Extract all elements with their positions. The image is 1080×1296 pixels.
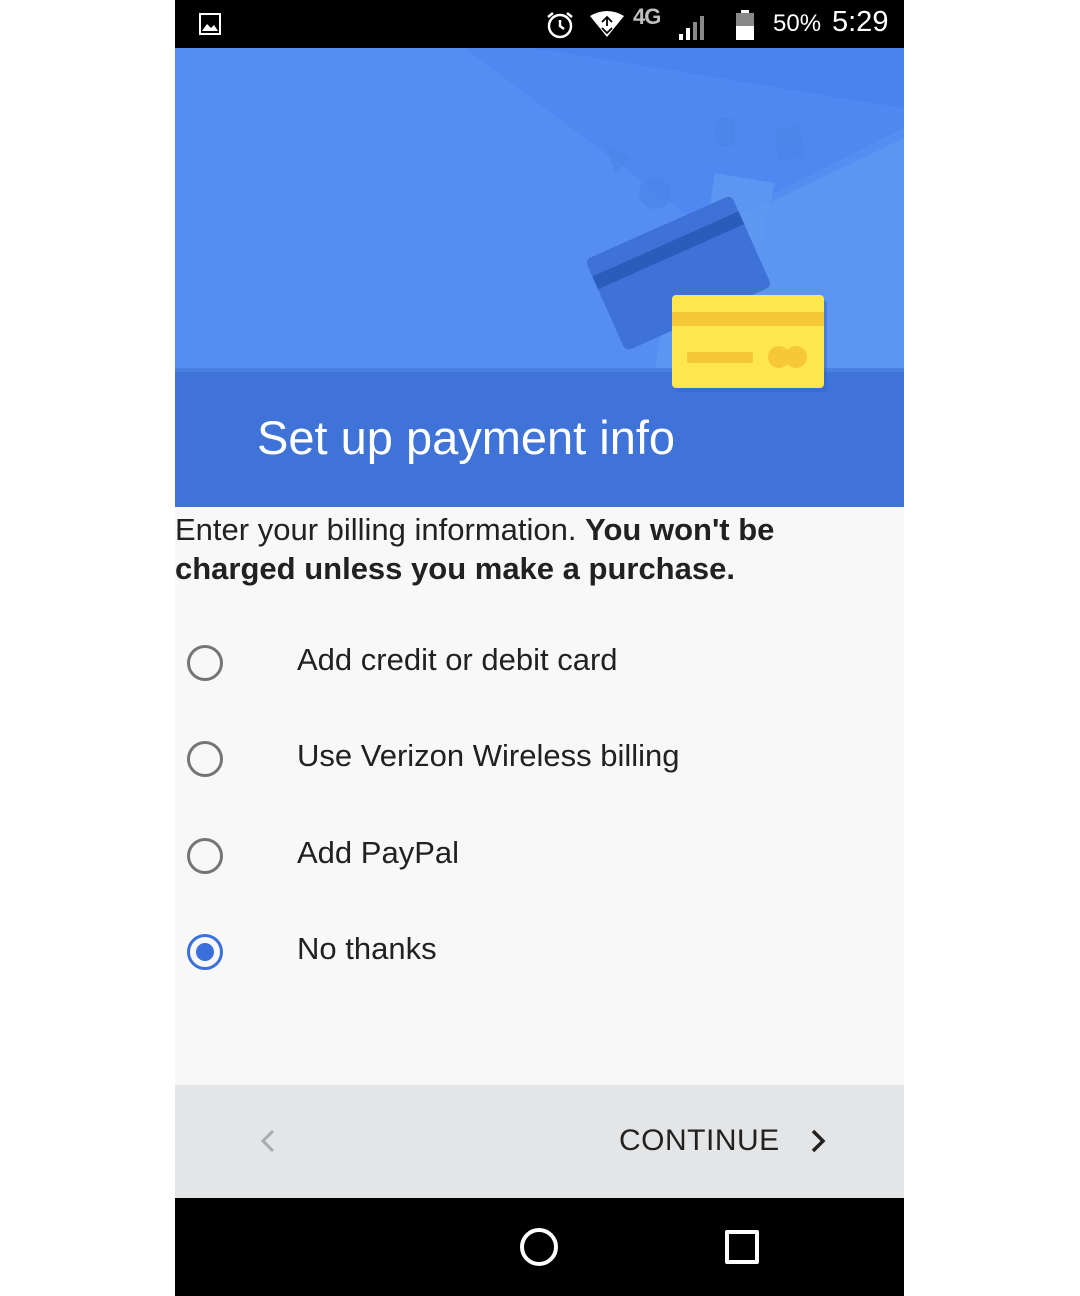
battery-icon [736, 10, 754, 40]
wifi-icon [590, 11, 624, 37]
home-button-icon[interactable] [520, 1228, 558, 1266]
option-verizon-billing[interactable]: Use Verizon Wireless billing [175, 738, 904, 837]
page-title: Set up payment info [257, 411, 676, 464]
header-banner: Set up payment info [175, 48, 904, 507]
radio-button[interactable] [187, 838, 223, 874]
option-label: Use Verizon Wireless billing [297, 738, 680, 773]
recents-button-icon[interactable] [725, 1230, 759, 1264]
phone-screen: 4G 50% 5:29 Set up payment info Enter yo… [175, 0, 904, 1296]
billing-intro-text: Enter your billing information. You won'… [175, 510, 895, 588]
continue-button[interactable]: CONTINUE [619, 1121, 830, 1161]
option-paypal[interactable]: Add PayPal [175, 835, 904, 934]
radio-button[interactable] [187, 645, 223, 681]
wizard-action-bar: CONTINUE [175, 1085, 904, 1198]
back-chevron-icon[interactable] [253, 1121, 283, 1161]
continue-label: CONTINUE [619, 1124, 780, 1157]
alarm-icon [547, 12, 573, 39]
radio-button-selected[interactable] [187, 934, 223, 970]
option-label: Add credit or debit card [297, 642, 618, 677]
option-credit-card[interactable]: Add credit or debit card [175, 642, 904, 741]
radio-button[interactable] [187, 741, 223, 777]
clock: 5:29 [832, 6, 889, 38]
chevron-right-icon [811, 1129, 826, 1153]
intro-regular-text: Enter your billing information. [175, 512, 586, 547]
option-label: No thanks [297, 931, 437, 966]
system-nav-bar [175, 1198, 904, 1296]
option-no-thanks[interactable]: No thanks [175, 931, 904, 1030]
network-type-label: 4G [633, 4, 661, 29]
option-label: Add PayPal [297, 835, 459, 870]
cell-signal-icon [679, 16, 704, 40]
status-bar: 4G 50% 5:29 [175, 0, 904, 48]
gallery-icon [199, 13, 221, 35]
battery-percent: 50% [773, 10, 822, 37]
